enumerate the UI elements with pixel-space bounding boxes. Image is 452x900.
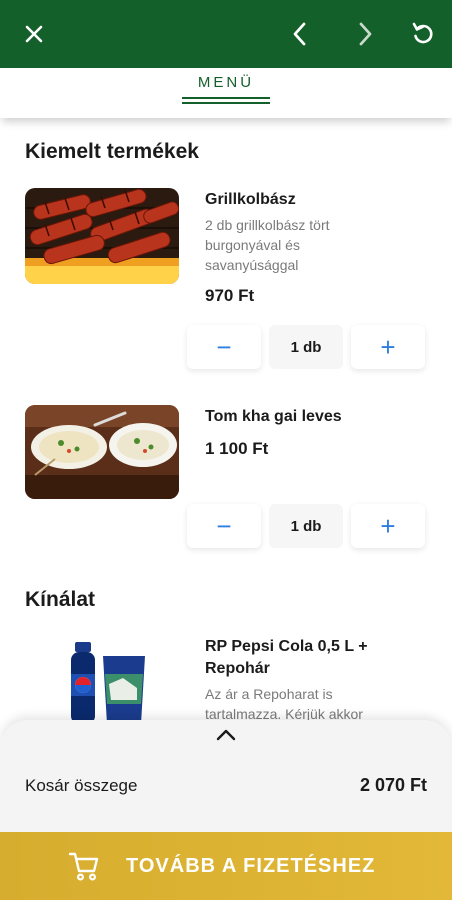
cart-summary-panel: Kosár összege 2 070 Ft — [0, 720, 452, 840]
product-description: Az ár a Repoharat is tartalmazza. Kérjük… — [205, 686, 363, 722]
product-image-grillkolbasz[interactable] — [25, 188, 179, 284]
product-name: Grillkolbász — [205, 191, 296, 208]
checkout-label: TOVÁBB A FIZETÉSHEZ — [126, 855, 376, 877]
decrease-quantity-button[interactable]: − — [187, 325, 261, 369]
close-icon[interactable] — [14, 14, 54, 54]
quantity-value: 1 db — [269, 504, 343, 548]
product-name: Tom kha gai leves — [205, 408, 342, 425]
cart-total-label: Kosár összege — [25, 776, 138, 795]
tab-active-indicator — [182, 97, 270, 104]
forward-icon[interactable] — [345, 14, 385, 54]
quantity-value: 1 db — [269, 325, 343, 369]
checkout-button[interactable]: TOVÁBB A FIZETÉSHEZ — [0, 832, 452, 900]
tab-bar: MENÜ — [0, 68, 452, 118]
top-app-bar — [0, 0, 452, 68]
chevron-up-icon[interactable] — [214, 726, 238, 749]
back-icon[interactable] — [280, 14, 320, 54]
cart-total-value: 2 070 Ft — [359, 775, 427, 795]
increase-quantity-button[interactable]: + — [351, 504, 425, 548]
product-price: 1 100 Ft — [205, 439, 269, 458]
product-description: 2 db grillkolbász tört burgonyával és sa… — [205, 217, 330, 273]
product-image-pepsi[interactable] — [25, 634, 179, 724]
refresh-icon[interactable] — [403, 14, 443, 54]
increase-quantity-button[interactable]: + — [351, 325, 425, 369]
product-name: RP Pepsi Cola 0,5 L + Repohár — [205, 638, 368, 677]
cart-icon — [68, 850, 100, 887]
product-price: 970 Ft — [205, 286, 255, 305]
offer-section-title: Kínálat — [25, 588, 96, 611]
decrease-quantity-button[interactable]: − — [187, 504, 261, 548]
featured-section-title: Kiemelt termékek — [25, 140, 199, 163]
tab-menu[interactable]: MENÜ — [182, 74, 270, 91]
product-image-tom-kha-gai[interactable] — [25, 405, 179, 499]
